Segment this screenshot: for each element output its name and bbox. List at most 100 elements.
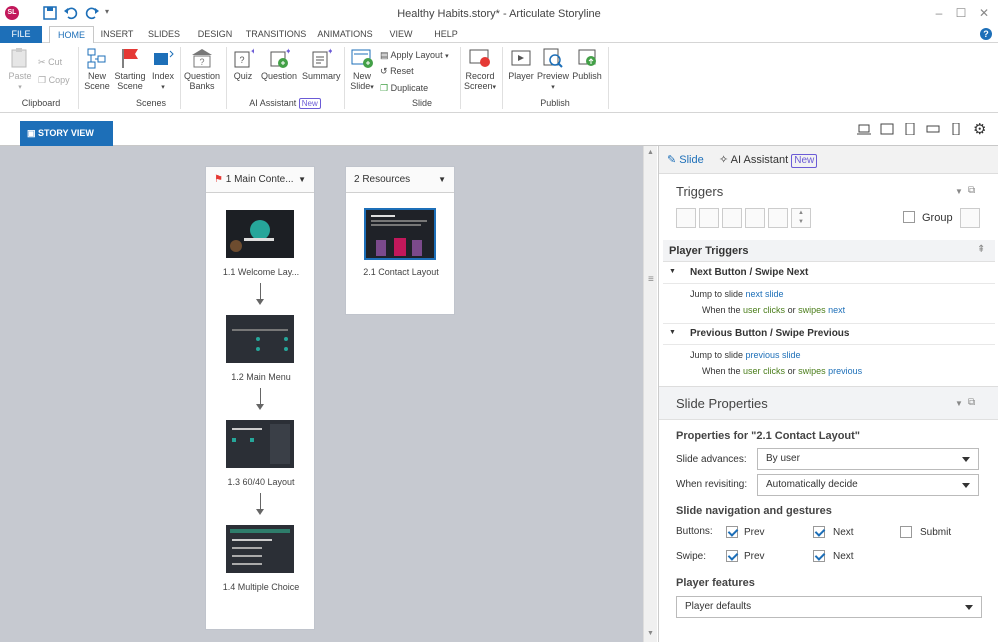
buttons-prev-checkbox[interactable] [726,526,738,538]
trigger-condition[interactable]: When the user clicks or swipes next [702,305,845,315]
scene-header[interactable]: ⚑ 1 Main Conte... ▼ [206,167,314,193]
slide-thumbnail[interactable] [226,210,294,258]
new-trigger-icon[interactable] [676,208,696,228]
help-icon[interactable]: ? [980,28,992,40]
collapse-all-icon[interactable]: ⇞ [977,244,985,255]
trigger-event-link[interactable]: clicks [763,305,785,315]
buttons-submit-checkbox[interactable] [900,526,912,538]
player-button[interactable]: Player [506,47,536,81]
undock-icon[interactable]: ⧉ [968,185,975,196]
new-slide-label-2: Slide [350,81,371,91]
edit-trigger-icon[interactable] [699,208,719,228]
tablet-portrait-icon[interactable] [903,123,917,135]
group-checkbox[interactable] [903,211,915,223]
tab-slide[interactable]: ✎ Slide [667,146,704,174]
tab-ai-assistant[interactable]: ✧ AI Assistant New [719,146,818,174]
swipe-next-checkbox[interactable] [813,550,825,562]
trigger-target-link[interactable]: previous slide [746,350,801,360]
story-canvas[interactable]: ⚑ 1 Main Conte... ▼ 1.1 Welcome Lay... 1… [0,146,643,642]
tab-file[interactable]: FILE [0,26,42,43]
slide-thumbnail[interactable] [226,420,294,468]
when-revisiting-value: Automatically decide [766,479,858,490]
tab-help[interactable]: HELP [432,26,460,43]
clipboard-group-label: Clipboard [21,98,61,108]
apply-layout-button[interactable]: ▤ Apply Layout ▾ [380,48,449,62]
trigger-object-link[interactable]: next [828,305,845,315]
quiz-icon: ?✦ [234,47,254,68]
tablet-landscape-icon[interactable] [880,123,894,135]
trigger-target-link[interactable]: next slide [746,289,784,299]
tab-design[interactable]: DESIGN [196,26,234,43]
new-slide-button[interactable]: New Slide▾ [347,47,377,93]
slide-thumbnail[interactable] [226,315,294,363]
cut-button[interactable]: ✂ Cut [38,55,62,69]
scroll-down-icon[interactable]: ▼ [647,630,654,637]
chevron-down-icon[interactable]: ▼ [438,167,446,193]
tab-insert[interactable]: INSERT [98,26,136,43]
scene-header[interactable]: 2 Resources ▼ [346,167,454,193]
copy-trigger-icon[interactable] [722,208,742,228]
new-scene-button[interactable]: New Scene [82,47,112,91]
trigger-action[interactable]: Jump to slide previous slide [690,350,801,360]
collapse-icon[interactable]: ▼ [955,187,963,196]
expand-icon[interactable]: ▼ [669,268,676,275]
slide-advances-select[interactable]: By user [757,448,979,470]
trigger-condition[interactable]: When the user clicks or swipes previous [702,366,862,376]
buttons-next-checkbox[interactable] [813,526,825,538]
publish-group-label: Publish [540,98,570,108]
splitter-handle[interactable]: ≡ [648,274,654,285]
chevron-down-icon[interactable]: ▼ [298,167,306,193]
tab-transitions[interactable]: TRANSITIONS [244,26,308,43]
duplicate-button[interactable]: ❐ Duplicate [380,81,428,95]
expand-icon[interactable]: ▼ [669,329,676,336]
question-banks-button[interactable]: ? Question Banks [182,47,222,91]
tab-slides[interactable]: SLIDES [146,26,182,43]
scene-card[interactable]: ⚑ 1 Main Conte... ▼ 1.1 Welcome Lay... 1… [205,166,315,630]
story-view-tab[interactable]: ▣ STORY VIEW [20,121,113,146]
variables-icon[interactable] [960,208,980,228]
trigger-event-link[interactable]: clicks [763,366,785,376]
ai-summary-button[interactable]: ✦ Summary [302,47,341,81]
paste-button[interactable]: Paste ▾ [6,47,34,93]
reset-button[interactable]: ↺ Reset [380,64,414,78]
publish-button[interactable]: Publish [571,47,603,81]
record-label-1: Record [465,71,495,81]
trigger-user-link[interactable]: user [743,305,761,315]
index-button[interactable]: Index ▾ [149,47,177,93]
trigger-user-link[interactable]: user [743,366,761,376]
tab-home[interactable]: HOME [49,26,94,44]
gear-icon[interactable]: ⚙ [973,120,986,138]
phone-portrait-icon[interactable] [949,123,963,135]
scene-card[interactable]: 2 Resources ▼ 2.1 Contact Layout [345,166,455,315]
player-features-select[interactable]: Player defaults [676,596,982,618]
slide-thumbnail-selected[interactable] [364,208,436,260]
record-screen-button[interactable]: Record Screen▾ [462,47,498,93]
trigger-object-link[interactable]: previous [828,366,862,376]
scroll-up-icon[interactable]: ▲ [647,149,654,156]
ai-question-button[interactable]: ✦ Question [260,47,298,81]
minimize-icon[interactable]: – [928,4,950,22]
close-icon[interactable]: ✕ [973,4,995,22]
trigger-event2-link[interactable]: swipes [798,366,826,376]
trigger-action[interactable]: Jump to slide next slide [690,289,784,299]
phone-landscape-icon[interactable] [926,123,940,135]
collapse-icon[interactable]: ▼ [955,399,963,408]
ai-quiz-button[interactable]: ? ✦ Quiz [230,47,256,81]
undock-icon[interactable]: ⧉ [968,397,975,408]
laptop-preview-icon[interactable] [857,123,871,135]
starting-scene-button[interactable]: Starting Scene [113,47,147,91]
when-revisiting-select[interactable]: Automatically decide [757,474,979,496]
tab-animations[interactable]: ANIMATIONS [314,26,376,43]
vertical-scrollbar[interactable]: ▲ ≡ ▼ [643,146,657,642]
trigger-event2-link[interactable]: swipes [798,305,826,315]
maximize-icon[interactable]: ☐ [950,4,972,22]
tab-view[interactable]: VIEW [386,26,416,43]
copy-button[interactable]: ❐ Copy [38,73,70,87]
move-trigger-icon[interactable]: ▲ ▼ [791,208,811,228]
paste-trigger-icon[interactable] [745,208,765,228]
swipe-prev-checkbox[interactable] [726,550,738,562]
delete-trigger-icon[interactable] [768,208,788,228]
title-bar: SL ▾ Healthy Habits.story* - Articulate … [0,0,998,26]
slide-thumbnail[interactable] [226,525,294,573]
preview-button[interactable]: Preview ▾ [537,47,569,93]
